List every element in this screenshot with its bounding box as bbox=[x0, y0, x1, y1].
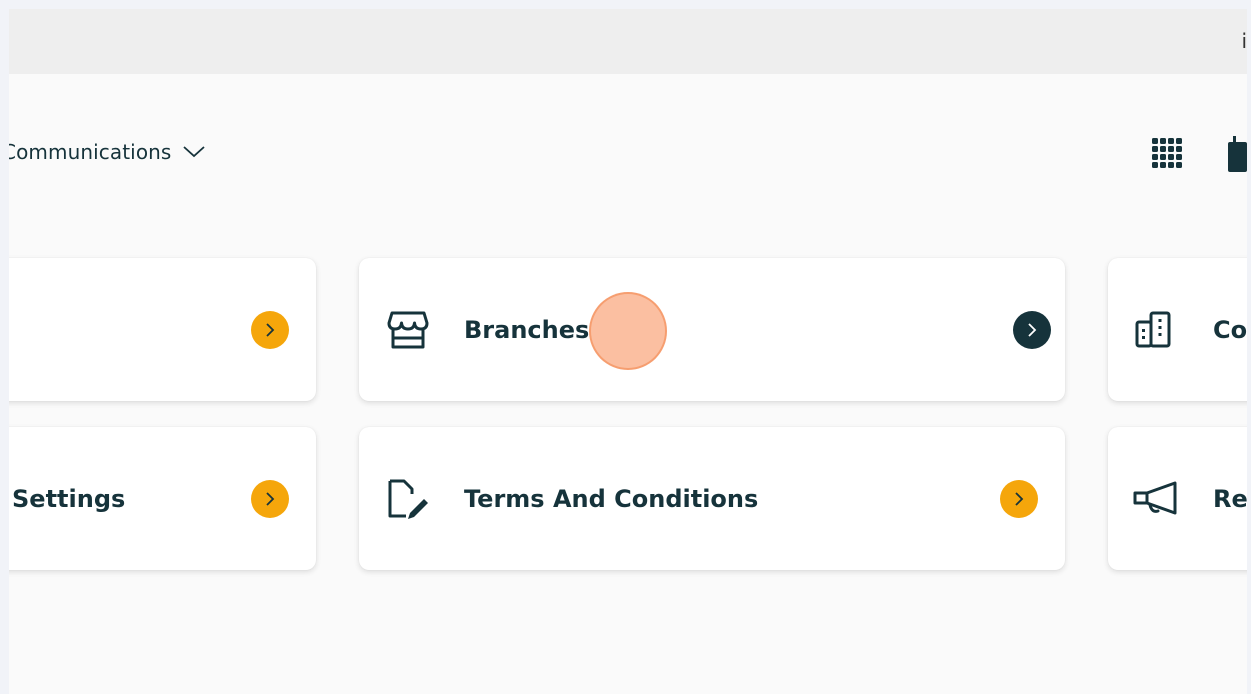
card-row1-right[interactable]: Co bbox=[1108, 258, 1247, 401]
calendar-icon[interactable] bbox=[1228, 136, 1247, 172]
communications-dropdown[interactable]: Communications bbox=[9, 140, 206, 164]
document-edit-icon bbox=[386, 479, 432, 519]
chevron-down-icon bbox=[183, 146, 206, 158]
card-label-branches: Branches bbox=[464, 315, 590, 344]
card-row2-right[interactable]: Re bbox=[1108, 427, 1247, 570]
chevron-right-icon bbox=[1013, 310, 1051, 349]
buildings-icon bbox=[1134, 310, 1174, 350]
dropdown-label: Communications bbox=[9, 140, 172, 164]
store-icon bbox=[386, 309, 430, 351]
card-branches[interactable]: Branches bbox=[359, 258, 1065, 401]
chevron-right-icon bbox=[251, 479, 289, 518]
card-label-row1-right: Co bbox=[1213, 315, 1247, 344]
card-terms-and-conditions[interactable]: Terms And Conditions bbox=[359, 427, 1065, 570]
card-settings[interactable]: Settings bbox=[9, 427, 316, 570]
chevron-right-icon bbox=[1000, 479, 1038, 518]
card-row1-left[interactable] bbox=[9, 258, 316, 401]
top-bar: i bbox=[9, 9, 1247, 74]
grid-apps-icon[interactable] bbox=[1152, 138, 1182, 168]
card-label-row2-right: Re bbox=[1213, 484, 1247, 513]
card-label-terms: Terms And Conditions bbox=[464, 484, 759, 513]
chevron-right-icon bbox=[251, 310, 289, 349]
info-icon[interactable]: i bbox=[1241, 29, 1247, 53]
app-frame: i Communications Branches Co Settings Te… bbox=[9, 9, 1247, 694]
card-label-settings: Settings bbox=[12, 484, 126, 513]
megaphone-icon bbox=[1132, 481, 1180, 517]
